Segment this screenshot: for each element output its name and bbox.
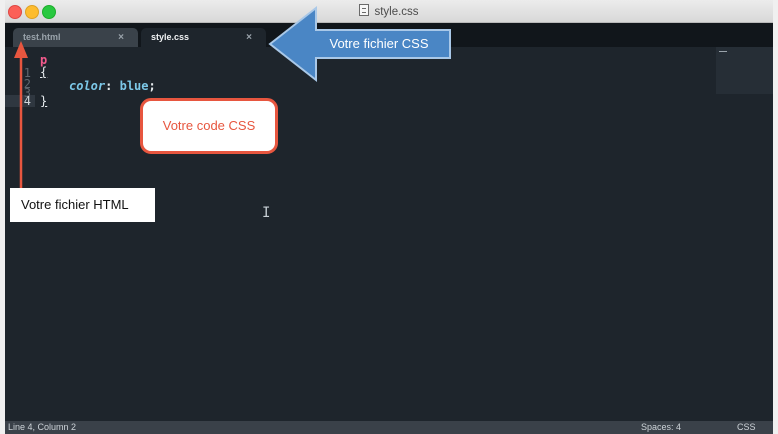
arrow-up-icon	[14, 41, 28, 188]
callout-css-code: Votre code CSS	[140, 98, 278, 154]
callout-html-file: Votre fichier HTML	[10, 188, 155, 222]
callout-css-file: Votre fichier CSS	[329, 36, 429, 51]
